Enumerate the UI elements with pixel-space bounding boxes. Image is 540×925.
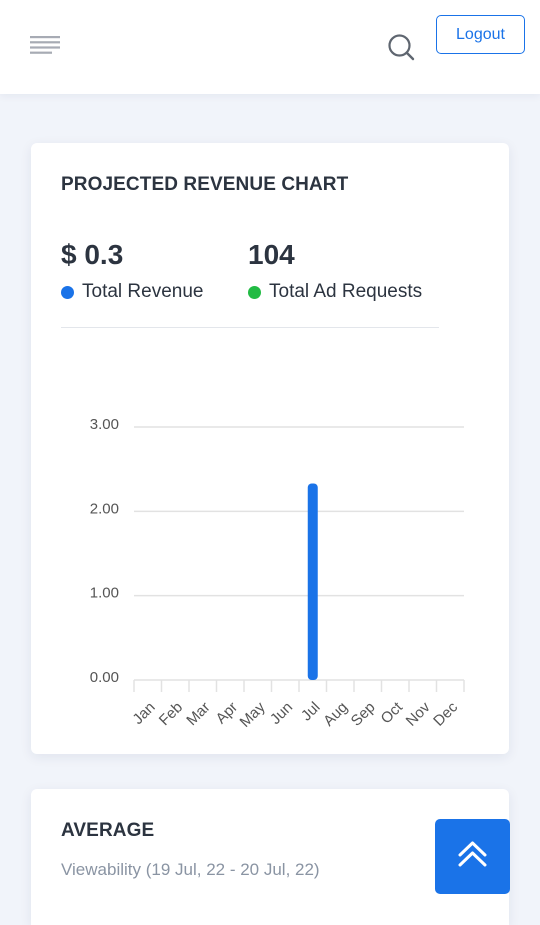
bar: [307, 483, 318, 680]
y-tick-label: 3.00: [90, 416, 119, 433]
viewability-subtitle: Viewability (19 Jul, 22 - 20 Jul, 22): [61, 860, 320, 879]
projected-revenue-card: PROJECTED REVENUE CHART $ 0.3 Total Reve…: [31, 143, 509, 754]
x-tick-label: Oct: [378, 698, 407, 727]
x-tick-label: Jul: [298, 699, 324, 725]
card-title: AVERAGE: [61, 820, 155, 841]
x-tick-label: Sep: [348, 699, 379, 730]
top-bar: Logout: [0, 0, 540, 94]
x-tick-label: Apr: [213, 699, 242, 728]
search-icon[interactable]: [385, 31, 417, 63]
x-tick-label: Dec: [430, 698, 461, 729]
y-tick-label: 0.00: [90, 669, 119, 686]
x-tick-label: Mar: [183, 699, 213, 729]
revenue-bar-chart: 3.00 2.00 1.00 0.00 JanFebMarAprMayJun JulAug…: [90, 416, 465, 731]
logout-button[interactable]: Logout: [436, 15, 525, 54]
x-tick-label: Jan: [129, 699, 158, 728]
x-tick-label: Feb: [156, 699, 186, 729]
y-tick-label: 2.00: [90, 500, 119, 517]
x-tick-label: May: [237, 698, 269, 730]
hamburger-menu-icon[interactable]: [28, 34, 62, 58]
x-tick-label: Jun: [267, 699, 296, 728]
y-tick-label: 1.00: [90, 585, 119, 602]
double-chevron-up-icon: [458, 841, 487, 867]
x-tick-label: Aug: [320, 699, 351, 730]
scroll-to-top-button[interactable]: [435, 819, 510, 894]
x-tick-label: Nov: [403, 698, 434, 729]
